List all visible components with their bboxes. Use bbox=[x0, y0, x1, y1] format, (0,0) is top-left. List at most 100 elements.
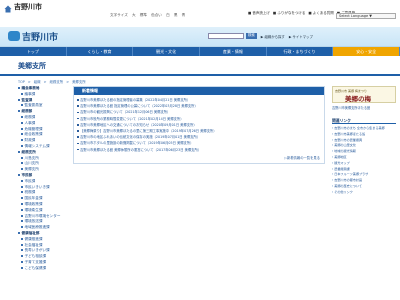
sidebar-item-label: 総合政策課 bbox=[24, 132, 43, 137]
news-item-text: 吉野川市美郷ほたる館 指定管理の公募について（2022年03月28日 美郷支所） bbox=[80, 104, 198, 109]
plum-festival-banner[interactable]: 吉野川市 美郷 梅まつり 美郷の梅 bbox=[332, 86, 396, 103]
news-item-text: 吉野川市の観光振興について（2021年12月06日 美郷支所） bbox=[80, 110, 171, 115]
related-link-text: 日本フルーツ美郷プラザ bbox=[334, 172, 369, 177]
news-item[interactable]: 吉野川市美郷ほたる館 美郷休憩所の運営について（2017年06月23日 美郷支所… bbox=[77, 147, 321, 153]
related-link-text: 吉野川市の都市計画 bbox=[334, 178, 363, 183]
breadcrumb-current: 美郷支所 bbox=[72, 80, 86, 84]
text-size-large[interactable]: 大 bbox=[132, 13, 136, 17]
sidebar-item-label: 財政課 bbox=[24, 138, 36, 143]
text-size-normal[interactable]: 標準 bbox=[140, 13, 147, 17]
bullet-icon bbox=[21, 185, 23, 188]
text-size-label: 文字サイズ bbox=[110, 13, 128, 17]
bullet-icon bbox=[21, 139, 23, 142]
bullet-icon bbox=[21, 226, 23, 229]
search-button[interactable]: 検索 bbox=[246, 33, 257, 39]
page-title: 美郷支所 bbox=[18, 62, 46, 70]
nav-tourism[interactable]: 観光・文化 bbox=[133, 47, 201, 56]
sidebar-item-label: 危機管理課 bbox=[24, 126, 43, 131]
color-blue[interactable]: 青 bbox=[182, 13, 186, 17]
sidebar-item-label: 環境放送課 bbox=[24, 219, 43, 224]
bullet-icon bbox=[18, 231, 20, 234]
related-link-text: 地域の観光情報 bbox=[334, 149, 356, 154]
bullet-icon bbox=[21, 104, 23, 107]
news-item-text: 吉野川市ホタルの里施設の新聞掲載について（2019年06月05日 美郷支所） bbox=[80, 141, 194, 146]
related-link-text: 美郷地区 bbox=[334, 154, 347, 159]
sidebar-item-label: こども保健課 bbox=[24, 265, 47, 270]
news-more-link[interactable]: ▷新着情報の一覧を見る bbox=[284, 155, 320, 160]
color-white[interactable]: 白 bbox=[166, 13, 170, 17]
related-link[interactable]: ›その他リンク bbox=[332, 190, 396, 196]
bullet-icon bbox=[21, 92, 23, 95]
bullet-icon bbox=[77, 148, 79, 151]
global-nav: トップ くらし・教育 観光・文化 産業・情報 行政・まちづくり 安心・安全 bbox=[0, 47, 400, 56]
bullet-icon bbox=[21, 249, 23, 252]
top-bar: 吉野川市 文字サイズ 大 標準 色合い 白 黒 青 ■ 音声読上げ ■ ふりがな… bbox=[0, 0, 400, 27]
breadcrumb-branch[interactable]: 総務支所 bbox=[50, 80, 64, 84]
sidebar-item-label: 長寿いきがい課 bbox=[24, 248, 50, 253]
bullet-icon bbox=[77, 99, 79, 101]
bullet-icon bbox=[77, 105, 79, 107]
bullet-icon bbox=[21, 127, 23, 130]
related-link-text: 美郷の山里文化 bbox=[334, 143, 356, 148]
sidebar-item-label: 情報システム課 bbox=[24, 143, 50, 148]
bullet-icon bbox=[77, 142, 79, 145]
sidebar: 議会事務局 議事課 監査課 監査委員室 総務部 総務課 人事課 危機管理課 総合政策課 財政課 情報… bbox=[18, 86, 68, 300]
nav-living[interactable]: くらし・教育 bbox=[67, 47, 134, 56]
nav-admin[interactable]: 行政・まちづくり bbox=[267, 47, 334, 56]
sidebar-item-label: 人事課 bbox=[24, 120, 36, 125]
breadcrumb-org[interactable]: 組織 bbox=[34, 80, 41, 84]
language-select[interactable]: Select Language ▼ bbox=[336, 13, 396, 19]
news-box: 新着情報 吉野川市美郷ほたる館の指定管理者の募集（2022年04月21日 美郷支… bbox=[73, 86, 325, 164]
bullet-icon bbox=[21, 220, 23, 223]
voice-read-button[interactable]: ■ 音声読上げ bbox=[248, 11, 270, 16]
color-label: 色合い bbox=[151, 13, 162, 17]
sidebar-item-label: 子ども相談課 bbox=[24, 254, 47, 259]
right-column: 吉野川市 美郷 梅まつり 美郷の梅 吉野川市美郷支所ほたる館 関連リンク ›吉野… bbox=[332, 86, 396, 300]
sidebar-item-label: 市民いきいき課 bbox=[24, 184, 50, 189]
search-input[interactable] bbox=[208, 33, 244, 39]
bullet-icon bbox=[21, 260, 23, 263]
banner-subtitle: 吉野川市 美郷 梅まつり bbox=[335, 88, 367, 93]
sidebar-item[interactable]: こども保健課 bbox=[18, 266, 68, 272]
site-logo-text[interactable]: 吉野川市 bbox=[14, 2, 42, 12]
nav-industry[interactable]: 産業・情報 bbox=[200, 47, 267, 56]
bullet-icon bbox=[77, 136, 79, 139]
city-logo-mark bbox=[8, 31, 20, 41]
bullet-icon bbox=[21, 179, 23, 182]
color-black[interactable]: 黒 bbox=[174, 13, 178, 17]
furigana-button[interactable]: ■ ふりがなをつける bbox=[273, 11, 305, 16]
faq-button[interactable]: ■ よくある質問 bbox=[308, 11, 333, 16]
nav-safety[interactable]: 安心・安全 bbox=[333, 47, 400, 56]
sidebar-item-label: 地域医療推進課 bbox=[24, 225, 50, 230]
breadcrumb-sep: > bbox=[66, 80, 70, 84]
home-icon[interactable] bbox=[4, 5, 12, 13]
bullet-icon bbox=[18, 150, 20, 153]
sidebar-item-label: 監査委員室 bbox=[24, 103, 43, 108]
bullet-icon bbox=[21, 266, 23, 269]
related-links-heading: 関連リンク bbox=[332, 118, 396, 124]
bullet-icon bbox=[18, 110, 20, 113]
news-item-text: 吉野川市役所の業務時間変更について（2021年02月14日 美郷支所） bbox=[80, 116, 184, 121]
sidebar-item-label: 子育て支援課 bbox=[24, 259, 47, 264]
bullet-icon bbox=[18, 87, 20, 89]
sidebar-item-label: 総務部 bbox=[21, 109, 33, 114]
bullet-icon bbox=[21, 197, 23, 200]
sidebar-item-label: 市民課 bbox=[24, 178, 36, 183]
banner-caption[interactable]: 吉野川市美郷支所ほたる館 bbox=[332, 105, 396, 110]
city-logo-text[interactable]: 吉野川市 bbox=[22, 30, 58, 43]
bullet-icon bbox=[21, 214, 23, 217]
sidebar-item-label: 税務課 bbox=[24, 190, 36, 195]
related-links-list: ›吉野川市のまち 全市から集まる美郷 ›吉野川市美郷ほたる館 ›吉野川市の農業振興 ›… bbox=[332, 126, 396, 196]
related-link-text: 吉野川市美郷ほたる館 bbox=[334, 131, 366, 136]
sidebar-item-label: 議事課 bbox=[24, 91, 36, 96]
nav-top[interactable]: トップ bbox=[0, 47, 67, 56]
breadcrumb-top[interactable]: TOP bbox=[18, 80, 25, 84]
sidebar-item-label: 美郷支所 bbox=[24, 167, 39, 172]
bullet-icon bbox=[21, 156, 23, 159]
bullet-icon bbox=[21, 168, 23, 171]
sitemap-link[interactable]: ▶ サイトマップ bbox=[289, 34, 313, 39]
related-link-text: 吉野川市の農業振興 bbox=[334, 137, 363, 142]
related-link-text: 観光マップ bbox=[334, 160, 350, 165]
sidebar-item-label: 環境衛生課 bbox=[24, 207, 43, 212]
org-search-link[interactable]: ▶ 組織から探す bbox=[261, 34, 285, 39]
